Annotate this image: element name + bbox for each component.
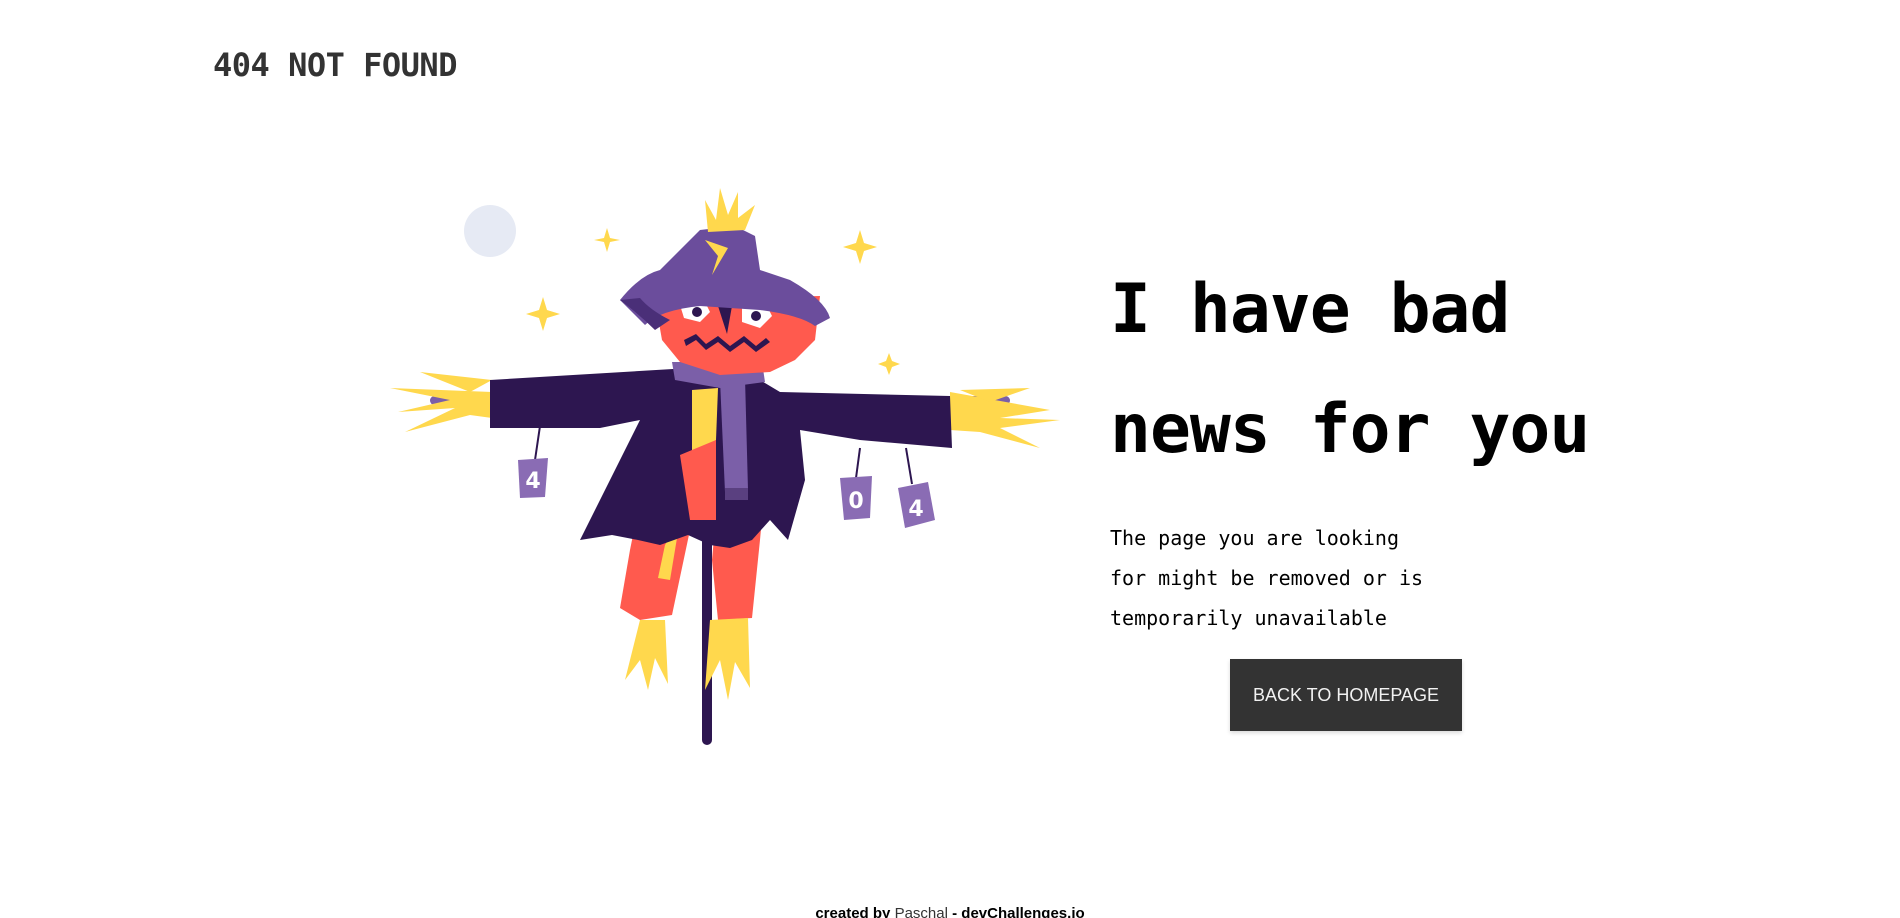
moon-icon <box>464 205 516 257</box>
footer-prefix: created by <box>815 905 891 918</box>
can-label: 4 <box>908 497 923 522</box>
error-message: The page you are looking for might be re… <box>1110 518 1423 638</box>
can-middle: 0 <box>840 447 872 520</box>
can-label: 0 <box>848 489 863 514</box>
message-line-3: temporarily unavailable <box>1110 606 1387 630</box>
footer-credit: created by Paschal - devChallenges.io <box>0 905 1900 918</box>
message-line-1: The page you are looking <box>1110 526 1399 550</box>
scarecrow-illustration: 4 0 4 <box>390 188 1060 745</box>
can-right: 4 <box>898 447 935 528</box>
headline-line-1: I have bad <box>1110 270 1510 349</box>
headline: I have bad news for you <box>1110 250 1590 490</box>
footer-site: devChallenges.io <box>961 905 1085 918</box>
message-line-2: for might be removed or is <box>1110 566 1424 590</box>
footer-separator: - <box>952 905 958 918</box>
back-to-homepage-button[interactable]: BACK TO HOMEPAGE <box>1230 659 1462 731</box>
can-label: 4 <box>525 469 540 494</box>
can-left: 4 <box>518 425 548 498</box>
site-title: 404 NOT FOUND <box>213 46 457 84</box>
author-link[interactable]: Paschal <box>895 905 948 918</box>
headline-line-2: news for you <box>1110 390 1590 469</box>
